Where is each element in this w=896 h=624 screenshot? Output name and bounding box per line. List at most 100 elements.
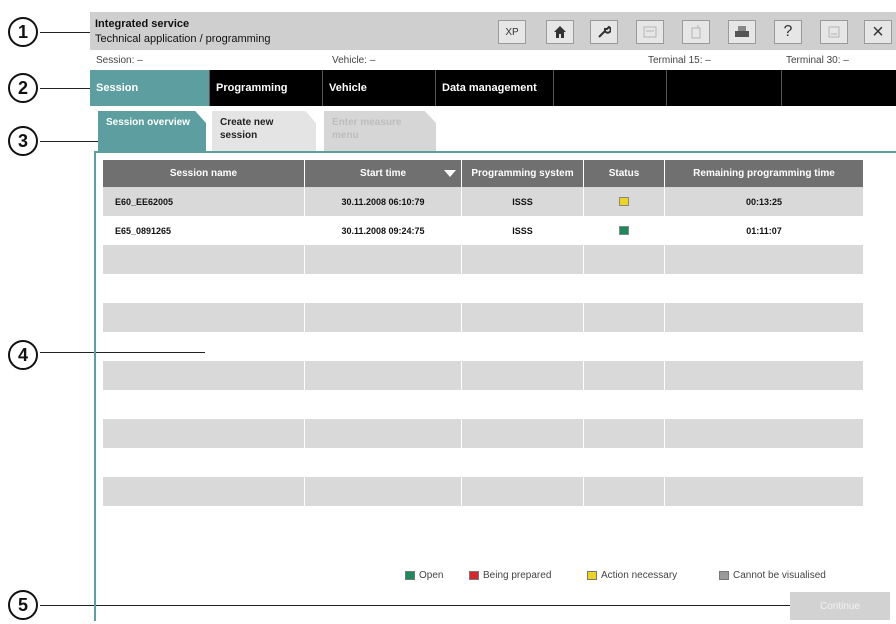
- cell-start-time: [305, 303, 462, 332]
- cell-programming-system: [462, 303, 584, 332]
- legend-label: Being prepared: [483, 570, 552, 581]
- table-body: E60_EE62005 30.11.2008 06:10:79 ISSS 00:13:…: [103, 187, 863, 535]
- xp-button[interactable]: XP: [498, 20, 526, 44]
- cell-session-name: [103, 506, 305, 535]
- help-button[interactable]: ?: [774, 20, 802, 44]
- cell-status: [584, 303, 665, 332]
- cell-programming-system: [462, 390, 584, 419]
- cell-session-name: E60_EE62005: [103, 187, 305, 216]
- close-icon: ×: [872, 20, 884, 43]
- callout-line-3: [40, 141, 98, 142]
- legend-swatch: [587, 571, 597, 580]
- cell-remaining-time: 00:13:25: [745, 196, 783, 207]
- cell-session-name: E65_0891265: [103, 216, 305, 245]
- cell-status: [584, 448, 665, 477]
- cell-status: [584, 332, 665, 361]
- cell-remaining-time: [665, 419, 863, 448]
- cell-remaining-time: [665, 361, 863, 390]
- cell-session-name: [103, 448, 305, 477]
- cell-remaining-time: [665, 303, 863, 332]
- home-icon: [554, 26, 566, 38]
- cell-programming-system: ISSS: [462, 187, 584, 216]
- callout-line-1: [40, 32, 90, 33]
- cell-session-name: [103, 361, 305, 390]
- cell-remaining-time: [665, 332, 863, 361]
- cell-session-name: [103, 390, 305, 419]
- continue-button[interactable]: Continue: [790, 592, 890, 620]
- cell-programming-system: [462, 448, 584, 477]
- home-button[interactable]: [546, 20, 574, 44]
- table-row[interactable]: E60_EE62005 30.11.2008 06:10:79 ISSS 00:13:…: [103, 187, 863, 216]
- cell-status: [584, 419, 665, 448]
- cell-start-time: [305, 448, 462, 477]
- cell-status: [584, 390, 665, 419]
- col-status[interactable]: Status: [584, 160, 665, 187]
- legend-swatch: [469, 571, 479, 580]
- phone-button[interactable]: [682, 20, 710, 44]
- cell-start-time: [305, 245, 462, 274]
- cell-status: [584, 477, 665, 506]
- table-row: [103, 303, 863, 332]
- nav-tab-empty-1: [554, 70, 667, 106]
- table-row: [103, 245, 863, 274]
- card-button[interactable]: [636, 20, 664, 44]
- callout-4: 4: [8, 340, 38, 370]
- cell-remaining-time: [665, 477, 863, 506]
- status-indicator: [619, 226, 629, 235]
- nav-tab-programming[interactable]: Programming: [210, 70, 323, 106]
- print-button[interactable]: [728, 20, 756, 44]
- col-programming-system[interactable]: Programming system: [462, 160, 584, 187]
- cell-start-time: 30.11.2008 09:24:75: [305, 216, 462, 245]
- content-frame-top: [94, 151, 896, 153]
- legend-item: Action necessary: [587, 570, 677, 581]
- subtab-session-overview[interactable]: Session overview: [98, 111, 206, 151]
- legend-item: Cannot be visualised: [719, 570, 826, 581]
- window-button[interactable]: [820, 20, 848, 44]
- cell-status: [584, 187, 665, 216]
- callout-5: 5: [8, 590, 38, 620]
- sort-down-icon: [444, 170, 456, 177]
- subtab-enter-measure-menu: Enter measure menu: [324, 111, 436, 151]
- app-subtitle: Technical application / programming: [95, 33, 271, 45]
- close-button[interactable]: ×: [864, 20, 892, 44]
- nav-tab-vehicle[interactable]: Vehicle: [323, 70, 436, 106]
- cell-programming-system: [462, 332, 584, 361]
- session-table: Session name Start time Programming syst…: [103, 160, 863, 535]
- cell-programming-system: [462, 419, 584, 448]
- table-row: [103, 274, 863, 303]
- cell-start-time: [305, 361, 462, 390]
- table-row: [103, 448, 863, 477]
- col-start-time[interactable]: Start time: [305, 160, 462, 187]
- table-row[interactable]: E65_0891265 30.11.2008 09:24:75 ISSS 01:11:…: [103, 216, 863, 245]
- col-session-name[interactable]: Session name: [103, 160, 305, 187]
- content-frame-left: [94, 151, 96, 621]
- cell-session-name: [103, 274, 305, 303]
- table-row: [103, 390, 863, 419]
- table-row: [103, 477, 863, 506]
- cell-remaining-time: [665, 390, 863, 419]
- callout-1: 1: [8, 17, 38, 47]
- wrench-button[interactable]: [590, 20, 618, 44]
- cell-programming-system: ISSS: [462, 216, 584, 245]
- cell-start-time: 30.11.2008 06:10:79: [305, 187, 462, 216]
- col-remaining-time[interactable]: Remaining programming time: [665, 160, 863, 187]
- nav-tab-session[interactable]: Session: [90, 70, 210, 106]
- cell-programming-system: [462, 361, 584, 390]
- callout-3: 3: [8, 126, 38, 156]
- help-icon: ?: [783, 23, 793, 40]
- legend-item: Open: [405, 570, 443, 581]
- nav-tab-data-management[interactable]: Data management: [436, 70, 554, 106]
- cell-session-name: [103, 303, 305, 332]
- legend-swatch: [405, 571, 415, 580]
- cell-remaining-time: [665, 245, 863, 274]
- wrench-icon: [598, 25, 611, 38]
- subtab-create-new-session[interactable]: Create new session: [212, 111, 316, 151]
- cell-status: [584, 506, 665, 535]
- cell-session-name: [103, 245, 305, 274]
- nav-tab-empty-3: [782, 70, 896, 106]
- cell-start-time: [305, 332, 462, 361]
- legend-label: Action necessary: [601, 570, 678, 581]
- cell-programming-system: [462, 245, 584, 274]
- cell-remaining-time: [665, 274, 863, 303]
- legend-swatch: [719, 571, 729, 580]
